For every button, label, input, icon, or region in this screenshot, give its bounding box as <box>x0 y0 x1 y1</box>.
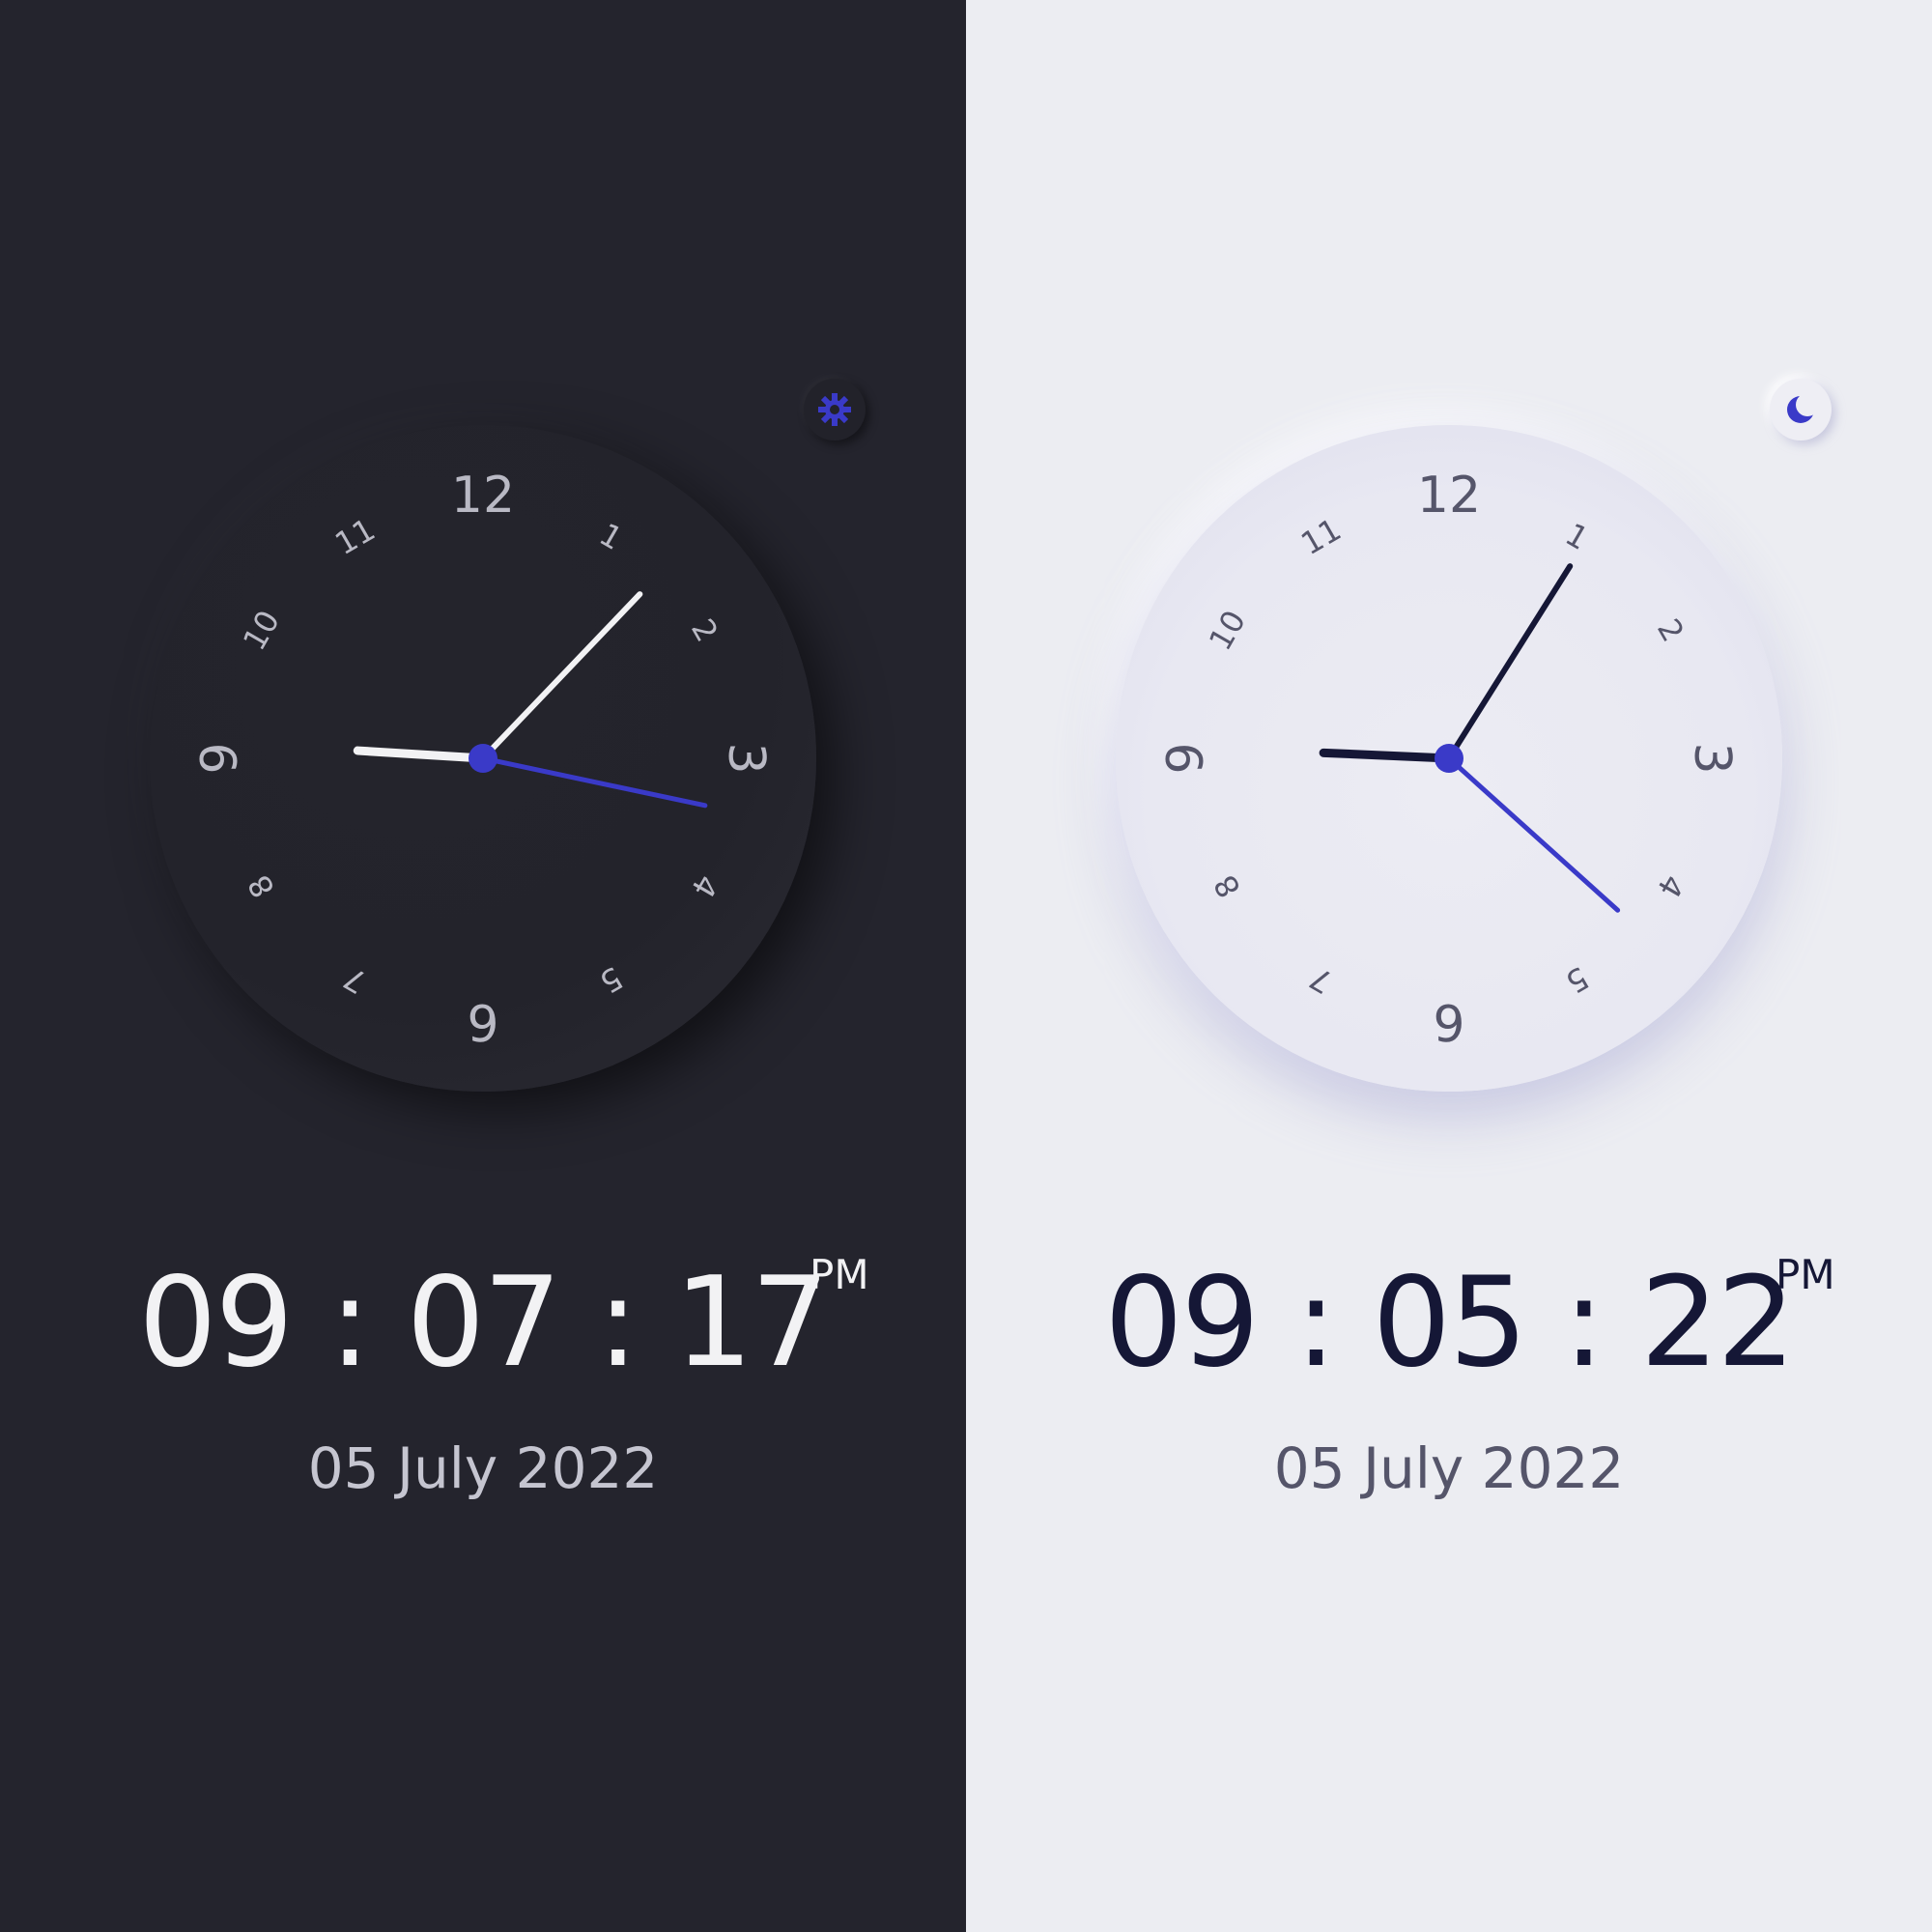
ampm-label: PM <box>1776 1251 1835 1298</box>
dial-numeral: 4 <box>684 868 725 904</box>
dial-numeral: 10 <box>236 604 287 656</box>
dial-numeral: 11 <box>1294 511 1347 562</box>
date-label: 05 July 2022 <box>307 1435 659 1501</box>
dial-numeral: 6 <box>467 992 498 1050</box>
analog-clock: 12 1 2 3 4 5 6 7 8 9 10 11 <box>150 425 816 1092</box>
minutes: 07 <box>406 1251 562 1395</box>
dial-numeral: 9 <box>1157 742 1215 774</box>
dial-numeral: 11 <box>328 511 381 562</box>
dial-numeral: 3 <box>1683 742 1741 774</box>
analog-clock: 12 1 2 3 4 5 6 7 8 9 10 11 <box>1116 425 1782 1092</box>
dial-numeral: 2 <box>684 612 725 648</box>
second-hand <box>1446 755 1621 913</box>
minute-hand <box>1446 563 1574 761</box>
center-pin <box>469 744 497 773</box>
dial-numeral: 1 <box>1559 516 1595 557</box>
dial-numeral: 10 <box>1202 604 1253 656</box>
dial-numeral: 5 <box>593 959 629 1001</box>
dark-theme-panel: 12 1 2 3 4 5 6 7 8 9 10 11 09 : 07 : 17 PM 05 July … <box>0 0 966 1932</box>
dial-numeral: 1 <box>593 516 629 557</box>
dial-numeral: 6 <box>1433 992 1464 1050</box>
second-hand <box>480 755 708 809</box>
hours: 09 <box>138 1251 294 1395</box>
dial-numeral: 5 <box>1559 959 1595 1001</box>
dial-numeral: 12 <box>1417 467 1481 525</box>
dial-numeral: 3 <box>717 742 775 774</box>
dial-numeral: 2 <box>1650 612 1691 648</box>
hour-hand <box>353 746 488 763</box>
dial-numeral: 12 <box>451 467 515 525</box>
moon-icon <box>1787 393 1819 423</box>
dial-numeral: 4 <box>1650 868 1691 904</box>
minutes: 05 <box>1372 1251 1528 1395</box>
dial-numeral: 8 <box>241 868 282 904</box>
dial-numeral: 8 <box>1207 868 1248 904</box>
center-pin <box>1435 744 1463 773</box>
sun-icon <box>818 393 851 426</box>
ampm-label: PM <box>810 1251 869 1298</box>
dial-numeral: 7 <box>1303 959 1339 1001</box>
hour-hand <box>1319 748 1454 763</box>
clock-face: 121234567891011 <box>1157 467 1741 1050</box>
hours: 09 <box>1104 1251 1260 1395</box>
minute-hand <box>480 591 643 761</box>
dial-numeral: 9 <box>191 742 249 774</box>
date-label: 05 July 2022 <box>1273 1435 1625 1501</box>
clock-face: 121234567891011 <box>191 467 775 1050</box>
dial-numeral: 7 <box>337 959 373 1001</box>
seconds: 17 <box>673 1251 830 1395</box>
seconds: 22 <box>1639 1251 1796 1395</box>
light-theme-panel: 12 1 2 3 4 5 6 7 8 9 10 11 09 : 05 : 22 PM 05 July … <box>966 0 1932 1932</box>
